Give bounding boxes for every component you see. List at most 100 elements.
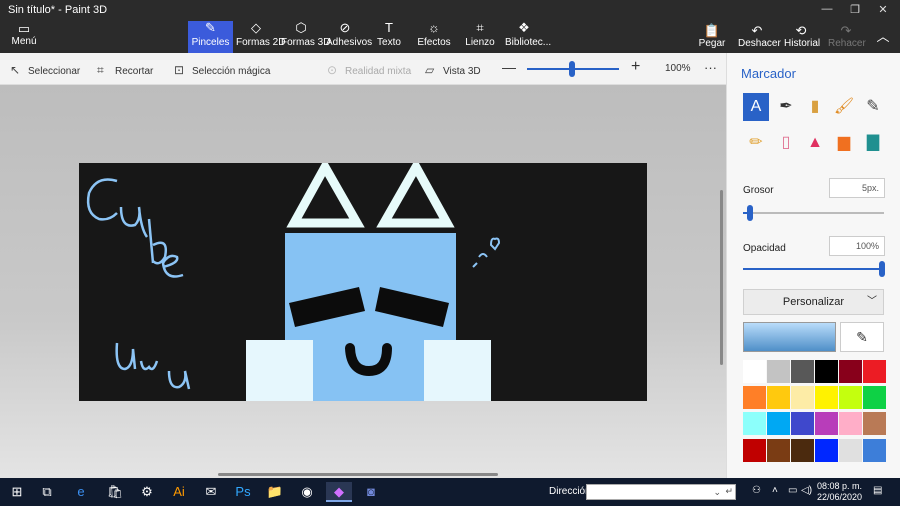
color-swatch[interactable] xyxy=(839,386,862,409)
color-swatch[interactable] xyxy=(791,386,814,409)
calligraphy-pen[interactable]: ✒ xyxy=(773,93,799,121)
redo-icon: ↷ xyxy=(840,23,852,38)
magic-select-button[interactable]: ⊡ Selección mágica xyxy=(174,63,270,77)
opacity-input[interactable]: 100% xyxy=(829,236,885,256)
color-swatch[interactable] xyxy=(815,439,838,462)
color-swatch[interactable] xyxy=(839,412,862,435)
chevron-down-icon[interactable]: ⌄ xyxy=(713,487,721,498)
store-icon[interactable]: 🛍 xyxy=(102,482,128,502)
pixel-pen[interactable]: ✎ xyxy=(860,93,886,121)
paint3d-icon[interactable]: ◆ xyxy=(326,482,352,502)
opacity-label: Opacidad xyxy=(743,243,786,254)
edge-icon[interactable]: e xyxy=(68,482,94,502)
color-swatch[interactable] xyxy=(767,412,790,435)
eraser[interactable]: ▯ xyxy=(773,129,799,157)
color-swatch[interactable] xyxy=(743,439,766,462)
color-swatch[interactable] xyxy=(791,360,814,383)
restore-button[interactable]: ❐ xyxy=(840,3,870,16)
redo-button[interactable]: ↷ Rehacer xyxy=(828,23,866,50)
tab-shapes-3d[interactable]: ⬡ Formas 3D xyxy=(279,21,330,53)
vertical-scrollbar[interactable] xyxy=(720,190,723,365)
tab-library[interactable]: ❖ Bibliotec... xyxy=(503,21,551,53)
zoom-out-button[interactable]: — xyxy=(502,59,516,75)
thickness-slider-track[interactable] xyxy=(743,212,884,214)
minimize-button[interactable]: — xyxy=(812,3,842,15)
zoom-slider-thumb[interactable] xyxy=(569,61,575,77)
tab-canvas[interactable]: ⌗ Lienzo xyxy=(462,21,498,53)
tab-shapes-2d[interactable]: ◇ Formas 2D xyxy=(234,21,285,53)
drawing xyxy=(86,163,501,401)
color-swatch[interactable] xyxy=(743,412,766,435)
color-swatch[interactable] xyxy=(815,412,838,435)
notifications-icon[interactable]: ▤ xyxy=(873,485,882,496)
view-3d-button[interactable]: ▱ Vista 3D xyxy=(425,63,481,77)
address-input[interactable]: ⌄ ↵ xyxy=(586,484,736,500)
color-swatch[interactable] xyxy=(863,412,886,435)
thickness-input[interactable]: 5px. xyxy=(829,178,885,198)
color-swatch[interactable] xyxy=(839,439,862,462)
close-button[interactable]: ✕ xyxy=(868,3,898,16)
color-swatch[interactable] xyxy=(815,386,838,409)
photoshop-icon[interactable]: Ps xyxy=(230,482,256,502)
color-swatch[interactable] xyxy=(791,412,814,435)
color-swatch[interactable] xyxy=(863,386,886,409)
task-view-icon[interactable]: ⧉ xyxy=(34,482,60,502)
current-color-preview[interactable] xyxy=(743,322,836,352)
file-explorer-icon[interactable]: 📁 xyxy=(262,482,288,502)
color-swatch[interactable] xyxy=(815,360,838,383)
right-paw xyxy=(424,340,491,401)
color-swatch[interactable] xyxy=(863,439,886,462)
tab-effects[interactable]: ☼ Efectos xyxy=(414,21,454,53)
color-swatch[interactable] xyxy=(767,386,790,409)
color-swatch[interactable] xyxy=(767,439,790,462)
color-swatch[interactable] xyxy=(767,360,790,383)
crayon[interactable]: ▲ xyxy=(802,129,828,157)
opacity-slider-thumb[interactable] xyxy=(879,261,885,277)
tab-stickers[interactable]: ⊘ Adhesivos xyxy=(324,21,372,53)
paste-button[interactable]: 📋 Pegar xyxy=(698,24,726,50)
marker-brush[interactable]: A xyxy=(743,93,769,121)
handwriting-uwu-w xyxy=(139,360,159,371)
windows-start-icon[interactable]: ⊞ xyxy=(4,482,30,502)
color-swatch[interactable] xyxy=(863,360,886,383)
zoom-in-button[interactable]: + xyxy=(631,58,640,76)
crop-button[interactable]: ⌗ Recortar xyxy=(97,63,153,78)
select-button[interactable]: ↖ Seleccionar xyxy=(10,63,80,77)
illustrator-icon[interactable]: Ai xyxy=(166,482,192,502)
menu-button[interactable]: ▭ Menú xyxy=(6,21,42,48)
horizontal-scrollbar[interactable] xyxy=(218,473,498,476)
drawing-canvas[interactable] xyxy=(79,163,647,401)
thickness-slider-thumb[interactable] xyxy=(747,205,753,221)
settings-icon[interactable]: ⚙ xyxy=(134,482,160,502)
pencil[interactable]: ✏ xyxy=(743,129,769,157)
watercolor-brush[interactable]: 🖌 xyxy=(831,93,857,121)
eyedropper-button[interactable]: ✎ xyxy=(840,322,884,352)
customize-button[interactable]: Personalizar ﹀ xyxy=(743,289,884,315)
tab-text[interactable]: T Texto xyxy=(372,21,406,53)
oil-brush[interactable]: ▮ xyxy=(802,93,828,121)
fill-bucket[interactable]: ▇ xyxy=(860,129,886,157)
color-swatch[interactable] xyxy=(743,360,766,383)
clock[interactable]: 08:08 p. m. 22/06/2020 xyxy=(817,481,862,503)
mail-icon[interactable]: ✉ xyxy=(198,482,224,502)
folder-icon: ▭ xyxy=(17,21,31,36)
chevron-up-icon[interactable]: ˄ xyxy=(772,485,778,496)
color-swatch[interactable] xyxy=(839,360,862,383)
people-icon[interactable]: ⚇ xyxy=(752,485,761,496)
network-icon[interactable]: ▭ xyxy=(788,485,797,496)
tab-brushes[interactable]: ✎ Pinceles xyxy=(188,21,233,53)
go-icon[interactable]: ↵ xyxy=(725,486,733,497)
magic-select-icon: ⊡ xyxy=(174,63,185,77)
color-swatch[interactable] xyxy=(791,439,814,462)
discord-icon[interactable]: ◙ xyxy=(358,482,384,502)
undo-button[interactable]: ↶ Deshacer xyxy=(738,24,781,50)
chrome-icon[interactable]: ◉ xyxy=(294,482,320,502)
spray-can[interactable]: ▆ xyxy=(831,129,857,157)
collapse-ribbon-button[interactable]: ︿ xyxy=(874,30,892,44)
mixed-reality-button[interactable]: ⊙ Realidad mixta xyxy=(327,63,411,77)
taskbar: ⊞ ⧉ e 🛍 ⚙ Ai ✉ Ps 📁 ◉ ◆ ◙ Dirección ⌄ ↵ … xyxy=(0,478,900,506)
history-button[interactable]: ⟲ Historial xyxy=(784,24,820,50)
volume-icon[interactable]: ◁) xyxy=(801,485,812,496)
more-button[interactable]: ··· xyxy=(704,60,717,75)
color-swatch[interactable] xyxy=(743,386,766,409)
